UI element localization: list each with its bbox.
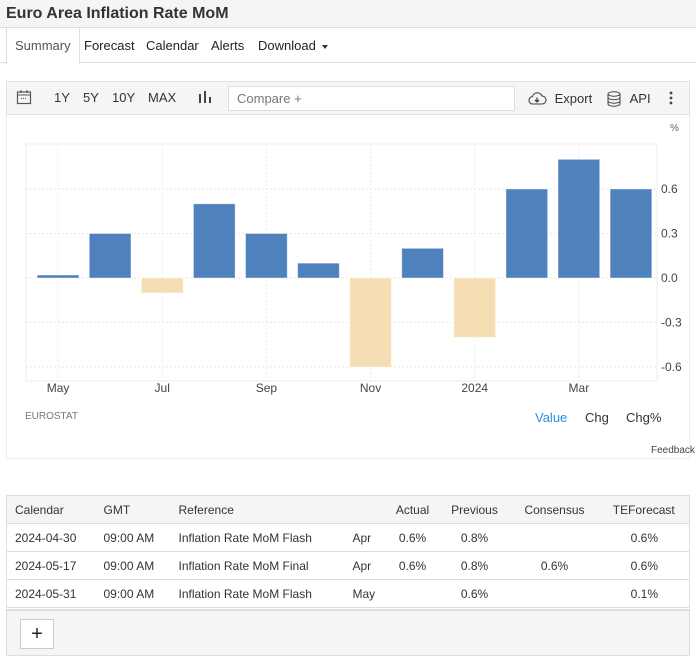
x-tick-label: Jul bbox=[155, 381, 170, 395]
col-reference: Reference bbox=[170, 495, 345, 524]
mode-value[interactable]: Value bbox=[535, 410, 567, 425]
y-tick-label: -0.6 bbox=[661, 360, 682, 374]
bar-2024-04[interactable] bbox=[609, 188, 653, 279]
x-tick-label: May bbox=[47, 381, 70, 395]
x-tick-label: 2024 bbox=[461, 381, 488, 395]
y-tick-label: 0.0 bbox=[661, 271, 678, 285]
cell-time: 09:00 AM bbox=[95, 551, 171, 580]
y-tick-label: -0.3 bbox=[661, 316, 682, 330]
cell-actual: 0.6% bbox=[386, 551, 439, 580]
bar-2023-11[interactable] bbox=[349, 277, 392, 368]
table-row: 2024-05-17 09:00 AM Inflation Rate MoM Fin… bbox=[6, 551, 690, 580]
cell-time: 09:00 AM bbox=[95, 579, 171, 608]
mode-chg[interactable]: Chg bbox=[585, 410, 609, 425]
bar-2023-09[interactable] bbox=[245, 233, 288, 279]
x-tick-label: Sep bbox=[256, 381, 278, 395]
col-gmt: GMT bbox=[95, 495, 171, 524]
cell-period: Apr bbox=[344, 551, 387, 580]
add-button[interactable]: + bbox=[20, 619, 54, 649]
cell-period: May bbox=[344, 579, 387, 608]
col-actual: Actual bbox=[386, 495, 439, 524]
mode-chg-percent[interactable]: Chg% bbox=[626, 410, 661, 425]
table-footer: + bbox=[6, 609, 690, 656]
table-header-row: Calendar GMT Reference Actual Previous C… bbox=[6, 495, 690, 524]
bar-2024-02[interactable] bbox=[505, 188, 549, 279]
cell-teforecast: 0.6% bbox=[598, 523, 690, 552]
col-calendar: Calendar bbox=[6, 495, 96, 524]
col-consensus: Consensus bbox=[510, 495, 599, 524]
y-axis-unit: % bbox=[670, 123, 679, 134]
cell-teforecast: 0.6% bbox=[598, 551, 690, 580]
cell-date: 2024-05-17 bbox=[6, 551, 96, 580]
table-row: 2024-05-31 09:00 AM Inflation Rate MoM Fla… bbox=[6, 579, 690, 608]
bar-2023-07[interactable] bbox=[140, 277, 184, 294]
x-tick-label: Mar bbox=[569, 381, 590, 395]
chart-svg: May Jul Sep Nov 2024 Mar 0.6 0.3 0.0 -0.3 -0.6 % bbox=[25, 123, 682, 395]
col-teforecast: TEForecast bbox=[598, 495, 690, 524]
bar-2023-12[interactable] bbox=[401, 247, 444, 279]
x-tick-label: Nov bbox=[360, 381, 381, 395]
cell-actual bbox=[386, 579, 439, 608]
bar-2024-01[interactable] bbox=[453, 277, 497, 338]
bar-2023-10[interactable] bbox=[297, 262, 340, 279]
cell-previous: 0.6% bbox=[438, 579, 511, 608]
cell-previous: 0.8% bbox=[438, 551, 511, 580]
cell-date: 2024-04-30 bbox=[6, 523, 96, 552]
cell-actual: 0.6% bbox=[386, 523, 439, 552]
cell-time: 09:00 AM bbox=[95, 523, 171, 552]
col-previous: Previous bbox=[438, 495, 511, 524]
cell-consensus bbox=[510, 579, 599, 608]
col-period bbox=[344, 495, 387, 524]
feedback-link[interactable]: Feedback bbox=[651, 445, 695, 456]
source-label: EUROSTAT bbox=[25, 411, 78, 422]
bar-2023-05[interactable] bbox=[36, 274, 80, 279]
bar-2023-06[interactable] bbox=[88, 233, 132, 279]
cell-consensus bbox=[510, 523, 599, 552]
bar-2024-03[interactable] bbox=[557, 158, 601, 279]
table-row: 2024-04-30 09:00 AM Inflation Rate MoM Fla… bbox=[6, 523, 690, 552]
y-tick-label: 0.3 bbox=[661, 227, 678, 241]
cell-reference[interactable]: Inflation Rate MoM Flash bbox=[170, 523, 345, 552]
y-tick-label: 0.6 bbox=[661, 182, 678, 196]
cell-reference[interactable]: Inflation Rate MoM Final bbox=[170, 551, 345, 580]
bar-2023-08[interactable] bbox=[192, 203, 236, 279]
cell-previous: 0.8% bbox=[438, 523, 511, 552]
cell-teforecast: 0.1% bbox=[598, 579, 690, 608]
cell-period: Apr bbox=[344, 523, 387, 552]
cell-reference[interactable]: Inflation Rate MoM Flash bbox=[170, 579, 345, 608]
cell-date: 2024-05-31 bbox=[6, 579, 96, 608]
calendar-table: Calendar GMT Reference Actual Previous C… bbox=[6, 495, 690, 608]
cell-consensus: 0.6% bbox=[510, 551, 599, 580]
